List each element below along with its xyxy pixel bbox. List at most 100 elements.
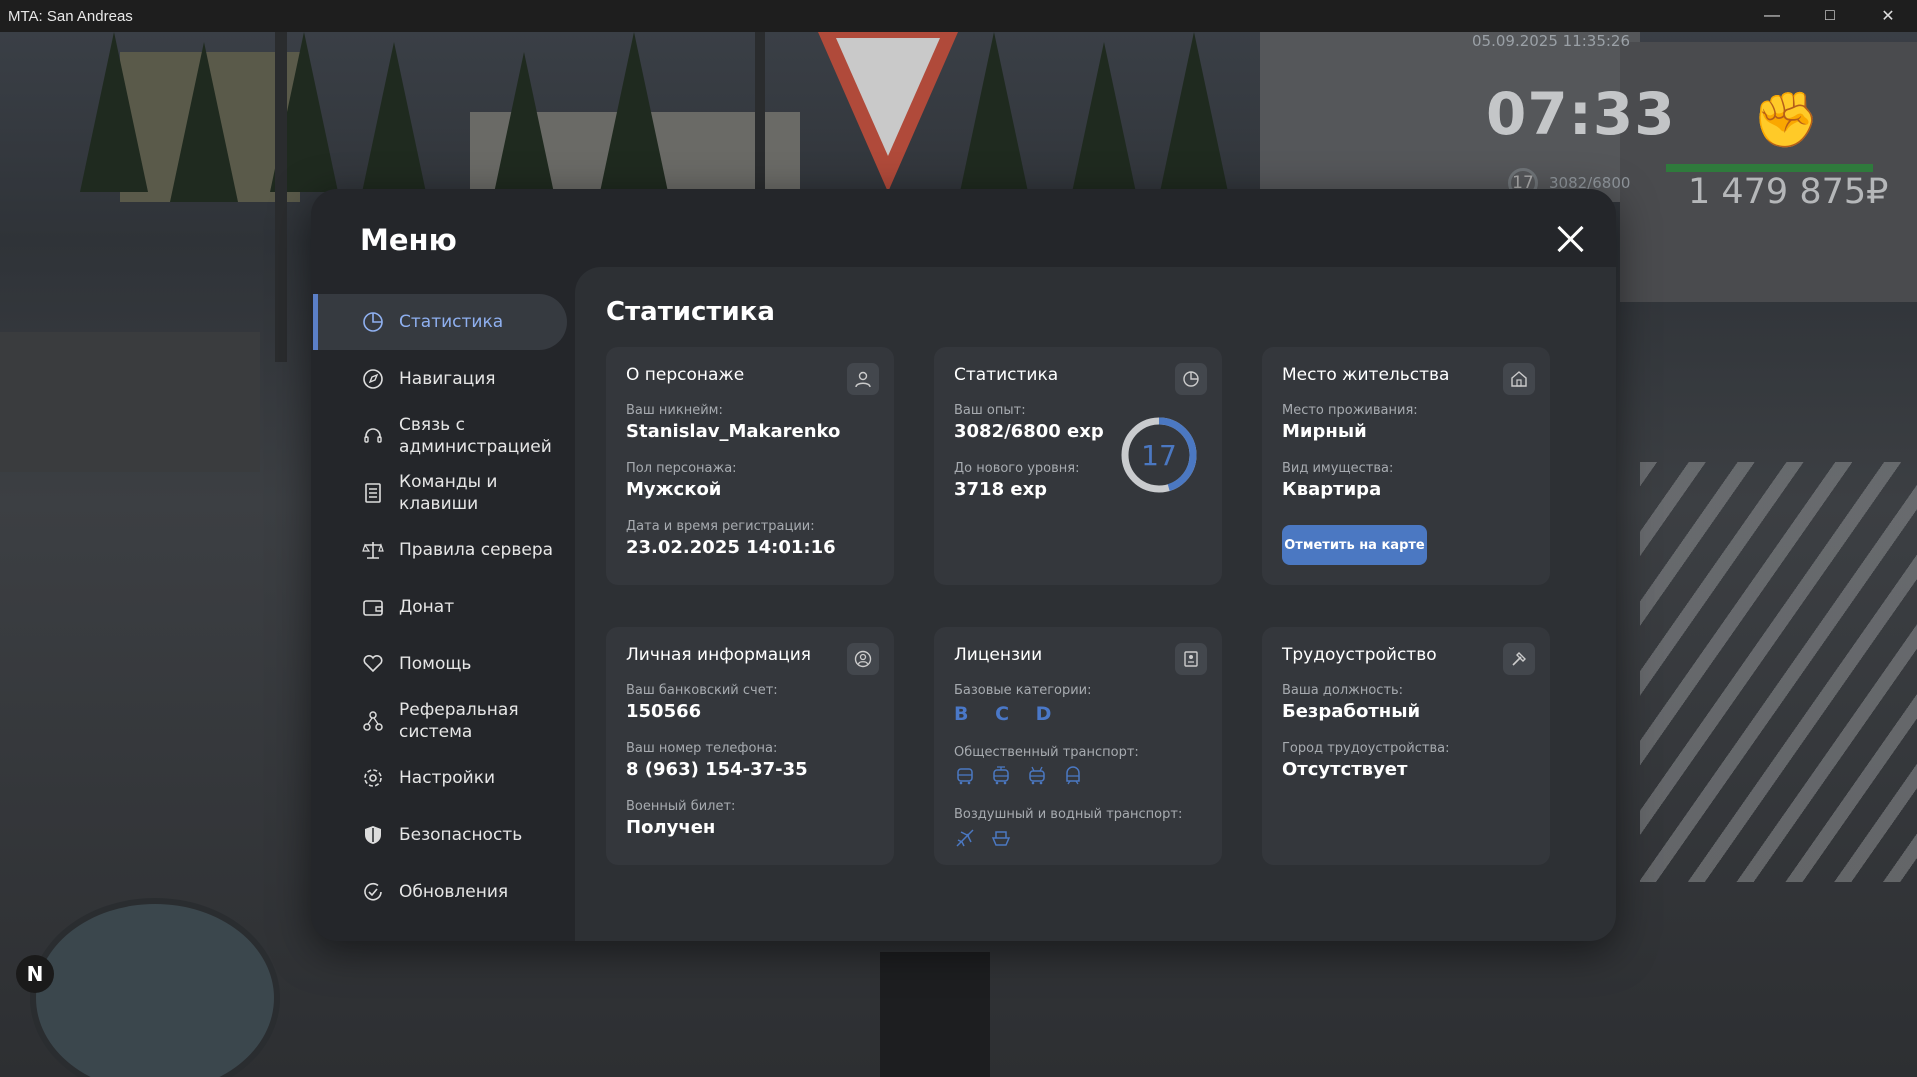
refresh-check-icon xyxy=(361,880,385,904)
fist-icon: ✊ xyxy=(1752,88,1820,151)
job-position-value: Безработный xyxy=(1282,701,1421,722)
sidebar-item-security[interactable]: Безопасность xyxy=(313,807,567,863)
job-city-value: Отсутствует xyxy=(1282,759,1408,780)
level-progress-ring: 17 xyxy=(1121,417,1197,493)
next-level-label: До нового уровня: xyxy=(954,461,1080,476)
network-icon xyxy=(361,709,385,733)
sidebar-item-label: Реферальная система xyxy=(399,700,519,742)
health-bar xyxy=(1666,164,1874,172)
sidebar-item-label: Связь с администрацией xyxy=(399,415,552,457)
sidebar-item-label: Навигация xyxy=(399,369,496,389)
phone-label: Ваш номер телефона: xyxy=(626,741,778,756)
gear-icon xyxy=(361,766,385,790)
tram-icon xyxy=(990,765,1012,787)
trolleybus-icon xyxy=(1026,765,1048,787)
bank-account-value: 150566 xyxy=(626,701,702,722)
sidebar-item-updates[interactable]: Обновления xyxy=(313,864,567,920)
sidebar-item-rules[interactable]: Правила сервера xyxy=(313,522,567,578)
military-id-label: Военный билет: xyxy=(626,799,736,814)
residence-place-value: Мирный xyxy=(1282,421,1367,442)
close-icon[interactable]: ✕ xyxy=(1859,0,1917,32)
job-city-label: Город трудоустройства: xyxy=(1282,741,1450,756)
next-level-value: 3718 exp xyxy=(954,479,1048,500)
metro-icon xyxy=(1062,765,1084,787)
tree xyxy=(1160,32,1228,192)
sidebar-item-label: Безопасность xyxy=(399,825,523,845)
sidebar-item-admin-contact[interactable]: Связь с администрацией xyxy=(313,408,567,464)
list-icon xyxy=(361,481,385,505)
boat-icon xyxy=(990,827,1012,849)
exp-value: 3082/6800 exp xyxy=(954,421,1104,442)
gender-label: Пол персонажа: xyxy=(626,461,737,476)
sidebar-item-help[interactable]: Помощь xyxy=(313,636,567,692)
lamp-pole xyxy=(755,32,765,202)
card-stats: Статистика Ваш опыт: 3082/6800 exp До но… xyxy=(934,347,1222,585)
residence-place-label: Место проживания: xyxy=(1282,403,1418,418)
sidebar-item-label: Помощь xyxy=(399,654,472,674)
user-circle-icon[interactable] xyxy=(847,643,879,675)
registration-label: Дата и время регистрации: xyxy=(626,519,815,534)
heart-hands-icon xyxy=(361,652,385,676)
sidebar-item-label: Донат xyxy=(399,597,455,617)
card-title: Личная информация xyxy=(626,645,812,665)
sidebar-item-referral[interactable]: Реферальная система xyxy=(313,693,567,749)
house-icon[interactable] xyxy=(1503,363,1535,395)
nickname-label: Ваш никнейм: xyxy=(626,403,723,418)
menu-panel: Меню Статистика Навигация Связь с админи… xyxy=(311,189,1616,941)
player-character xyxy=(880,952,990,1077)
sidebar-item-label: Обновления xyxy=(399,882,509,902)
card-title: О персонаже xyxy=(626,365,745,385)
sidebar-item-label: Статистика xyxy=(399,312,504,332)
base-categories-label: Базовые категории: xyxy=(954,683,1092,698)
property-type-label: Вид имущества: xyxy=(1282,461,1394,476)
tree xyxy=(490,52,558,212)
sidebar-item-navigation[interactable]: Навигация xyxy=(313,351,567,407)
sidebar-item-label: Команды и клавиши xyxy=(399,472,498,514)
tree xyxy=(360,42,428,202)
card-title: Место жительства xyxy=(1282,365,1450,385)
tree xyxy=(960,32,1028,192)
bench xyxy=(0,332,260,472)
sidebar-item-donate[interactable]: Донат xyxy=(313,579,567,635)
maximize-icon[interactable]: □ xyxy=(1801,0,1859,32)
sidebar-item-label: Настройки xyxy=(399,768,496,788)
sidebar-item-statistics[interactable]: Статистика xyxy=(313,294,567,350)
user-icon[interactable] xyxy=(847,363,879,395)
menu-close-button[interactable] xyxy=(1550,219,1590,259)
crosswalk xyxy=(1640,462,1917,882)
id-card-icon[interactable] xyxy=(1175,643,1207,675)
mark-on-map-button[interactable]: Отметить на карте xyxy=(1282,525,1427,565)
job-position-label: Ваша должность: xyxy=(1282,683,1404,698)
content-title: Статистика xyxy=(606,297,775,327)
wallet-icon xyxy=(361,595,385,619)
hud-datetime: 05.09.2025 11:35:26 xyxy=(1472,32,1631,50)
level-number: 17 xyxy=(1141,439,1177,472)
card-character: О персонаже Ваш никнейм: Stanislav_Makar… xyxy=(606,347,894,585)
yield-sign-inner xyxy=(836,38,940,156)
compass-icon xyxy=(361,367,385,391)
bank-account-label: Ваш банковский счет: xyxy=(626,683,778,698)
card-title: Статистика xyxy=(954,365,1059,385)
content-area: Статистика О персонаже Ваш никнейм: Stan… xyxy=(575,267,1616,941)
window-titlebar: MTA: San Andreas — □ ✕ xyxy=(0,0,1917,32)
hud-money: 1 479 875₽ xyxy=(1688,172,1889,212)
public-transport-label: Общественный транспорт: xyxy=(954,745,1139,760)
bus-icon xyxy=(954,765,976,787)
sidebar-item-commands[interactable]: Команды и клавиши xyxy=(313,465,567,521)
minimize-icon[interactable]: — xyxy=(1743,0,1801,32)
sidebar-item-settings[interactable]: Настройки xyxy=(313,750,567,806)
pie-chart-icon xyxy=(361,310,385,334)
air-water-transport-icons xyxy=(954,827,1012,849)
card-residence: Место жительства Место проживания: Мирны… xyxy=(1262,347,1550,585)
tree xyxy=(1070,42,1138,202)
plane-icon xyxy=(954,827,976,849)
hammer-icon[interactable] xyxy=(1503,643,1535,675)
pie-chart-icon[interactable] xyxy=(1175,363,1207,395)
military-id-value: Получен xyxy=(626,817,716,838)
nickname-value: Stanislav_Makarenko xyxy=(626,421,841,442)
menu-title: Меню xyxy=(360,223,457,257)
lamp-pole xyxy=(275,32,287,362)
tree xyxy=(170,42,238,202)
tree xyxy=(80,32,148,192)
card-employment: Трудоустройство Ваша должность: Безработ… xyxy=(1262,627,1550,865)
